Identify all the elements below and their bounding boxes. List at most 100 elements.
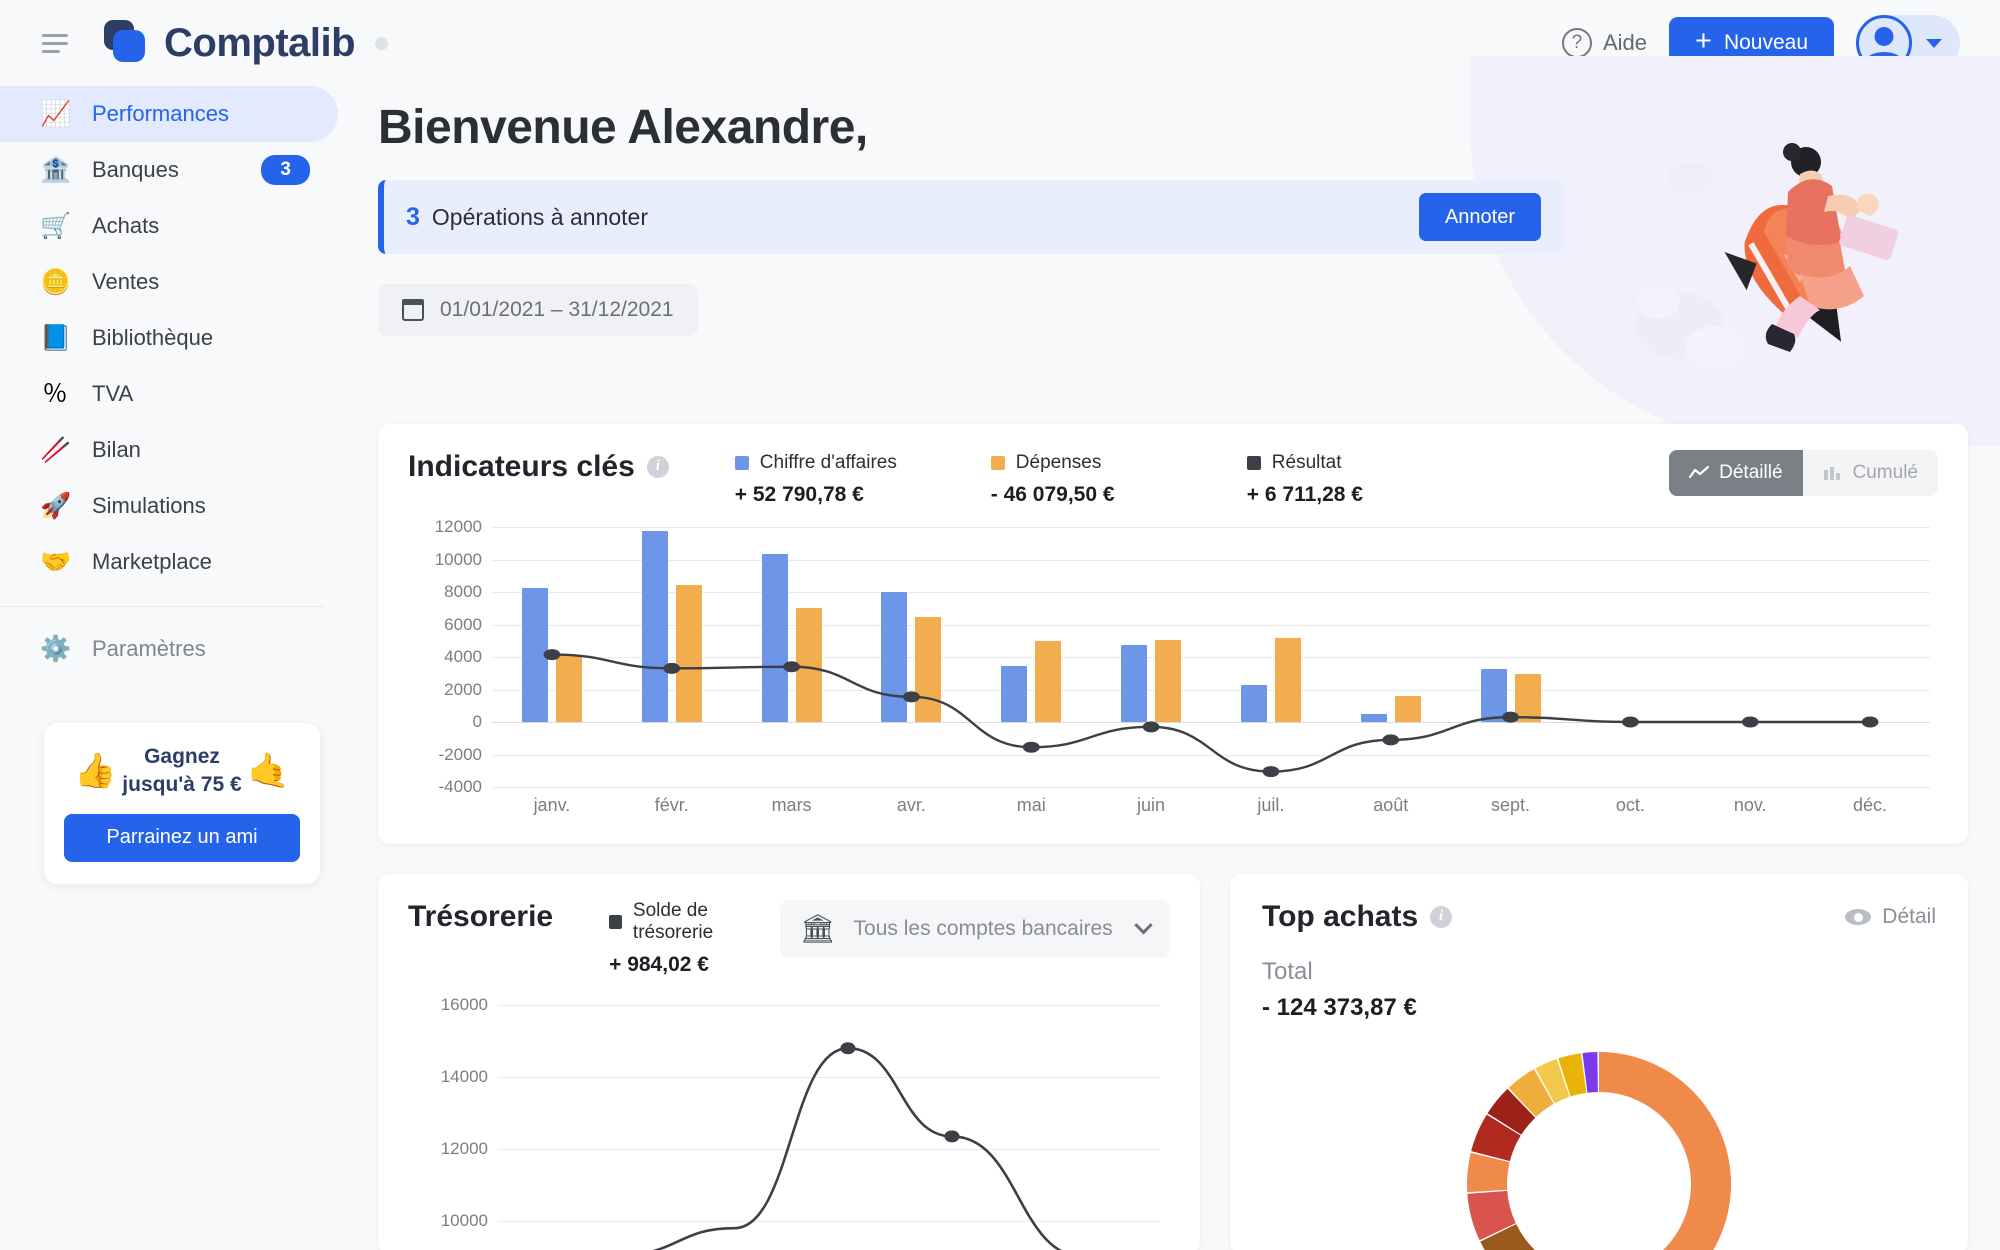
sidebar-item-label: TVA xyxy=(92,381,134,406)
chart-icon: 📈 xyxy=(40,99,72,128)
treasury-header: Trésorerie Solde de trésorerie + 984,02 … xyxy=(408,900,1170,977)
bank-building-icon: 🏛 xyxy=(800,913,836,944)
legend-top: Solde de trésorerie xyxy=(609,900,780,944)
legend-item-expenses: Dépenses - 46 079,50 € xyxy=(990,452,1191,507)
bank-account-value: Tous les comptes bancaires xyxy=(853,917,1113,940)
alert-text: Opérations à annoter xyxy=(431,203,648,230)
treasury-title: Trésorerie xyxy=(408,900,554,933)
book-icon: 📘 xyxy=(40,323,72,352)
legend-swatch-revenue xyxy=(734,456,749,470)
avatar-head xyxy=(1874,27,1894,46)
tab-cumulated-label: Cumulé xyxy=(1852,462,1918,483)
legend-item-revenue: Chiffre d'affaires + 52 790,78 € xyxy=(734,452,935,507)
x-tick: juil. xyxy=(1257,795,1285,815)
legend-top: Chiffre d'affaires xyxy=(734,452,935,474)
legend-swatch-expenses xyxy=(990,456,1005,470)
comptalib-logo-icon xyxy=(104,20,150,66)
hamburger-line xyxy=(42,41,68,45)
sidebar: 📈 Performances 🏦 Banques 3 🛒 Achats 🪙 Ve… xyxy=(0,86,348,1250)
brand-logo[interactable]: Comptalib xyxy=(104,20,389,66)
key-indicators-card: Indicateurs clés i Chiffre d'affaires + 5… xyxy=(378,424,1968,844)
sidebar-item-label: Bibliothèque xyxy=(92,325,214,350)
x-tick: nov. xyxy=(1733,795,1767,815)
tab-detailed-label: Détaillé xyxy=(1719,462,1783,483)
legend-swatch-balance xyxy=(609,915,622,929)
bank-icon: 🏦 xyxy=(40,155,72,184)
tab-cumulated[interactable]: Cumulé xyxy=(1803,450,1938,496)
hamburger-icon[interactable] xyxy=(42,31,76,55)
referral-text: Gagnez jusqu'à 75 € xyxy=(122,743,241,800)
line-chart-icon xyxy=(1689,466,1710,479)
y-tick: 16000 xyxy=(440,995,488,1014)
balance-icon: 🥢 xyxy=(40,435,72,464)
x-tick: août xyxy=(1373,795,1409,815)
sidebar-item-bibliotheque[interactable]: 📘 Bibliothèque xyxy=(0,310,338,366)
info-icon[interactable]: i xyxy=(1430,905,1453,928)
tab-detailed[interactable]: Détaillé xyxy=(1669,450,1803,496)
question-circle-icon: ? xyxy=(1561,28,1592,58)
x-tick: oct. xyxy=(1615,795,1645,815)
sidebar-item-marketplace[interactable]: 🤝 Marketplace xyxy=(0,534,338,590)
sidebar-item-parametres[interactable]: ⚙️ Paramètres xyxy=(0,621,338,677)
sidebar-item-tva[interactable]: ％ TVA xyxy=(0,366,338,422)
sidebar-item-label: Marketplace xyxy=(92,549,212,574)
legend-label: Solde de trésorerie xyxy=(632,900,714,943)
x-tick: mars xyxy=(771,795,812,815)
refer-friend-button[interactable]: Parrainez un ami xyxy=(64,813,300,862)
referral-line1: Gagnez xyxy=(144,745,220,768)
new-button-label: Nouveau xyxy=(1723,31,1808,54)
detail-button[interactable]: Détail xyxy=(1845,905,1936,929)
x-tick: déc. xyxy=(1853,795,1888,815)
y-tick: 14000 xyxy=(440,1067,488,1086)
sidebar-item-achats[interactable]: 🛒 Achats xyxy=(0,198,338,254)
bank-account-select[interactable]: 🏛 Tous les comptes bancaires xyxy=(780,900,1170,958)
sidebar-item-banques[interactable]: 🏦 Banques 3 xyxy=(0,142,338,198)
x-tick: janv. xyxy=(533,795,571,815)
annotate-button[interactable]: Annoter xyxy=(1418,193,1541,241)
main-content: Bienvenue Alexandre, 3 Opérations à anno… xyxy=(348,56,2000,1250)
help-button[interactable]: ? Aide xyxy=(1561,28,1647,58)
treasury-card: Trésorerie Solde de trésorerie + 984,02 … xyxy=(378,874,1200,1250)
y-axis-labels: 12000 10000 8000 6000 4000 2000 0 -2000 … xyxy=(408,517,482,796)
legend-item-result: Résultat + 6 711,28 € xyxy=(1246,452,1447,507)
key-indicators-chart: 12000 10000 8000 6000 4000 2000 0 -2000 … xyxy=(408,517,1938,827)
y-tick: -2000 xyxy=(438,744,482,764)
y-tick: 10000 xyxy=(434,549,482,569)
y-tick: 10000 xyxy=(440,1211,488,1230)
rocket-icon: 🚀 xyxy=(40,491,72,520)
y-tick: 0 xyxy=(472,712,482,731)
handshake-icon: 🤝 xyxy=(40,547,72,576)
plus-icon: + xyxy=(1695,25,1712,57)
sidebar-item-bilan[interactable]: 🥢 Bilan xyxy=(0,422,338,478)
logo-square-front xyxy=(113,30,145,62)
treasury-plot-area xyxy=(498,1005,1160,1245)
sidebar-item-performances[interactable]: 📈 Performances xyxy=(0,86,338,142)
detail-label: Détail xyxy=(1882,905,1936,928)
legend-label: Dépenses xyxy=(1015,452,1102,473)
date-range-picker[interactable]: 01/01/2021 – 31/12/2021 xyxy=(378,284,698,336)
sidebar-item-label: Bilan xyxy=(92,437,141,462)
legend-top: Résultat xyxy=(1246,452,1447,474)
legend-value: + 52 790,78 € xyxy=(734,483,864,506)
y-tick: 2000 xyxy=(444,679,482,699)
y-tick: 4000 xyxy=(444,647,482,666)
x-tick: févr. xyxy=(654,795,689,815)
x-tick: avr. xyxy=(896,795,926,815)
top-title-wrap: Top achats i xyxy=(1262,900,1453,934)
sidebar-item-label: Performances xyxy=(92,101,229,126)
treasury-chart: 16000 14000 12000 10000 xyxy=(408,995,1170,1245)
info-icon[interactable]: i xyxy=(646,455,669,478)
x-tick: mai xyxy=(1016,795,1046,815)
treasury-line-points xyxy=(840,1042,960,1143)
sidebar-item-simulations[interactable]: 🚀 Simulations xyxy=(0,478,338,534)
thumbs-up-icon: 👍 xyxy=(73,752,117,791)
sidebar-item-label: Ventes xyxy=(92,269,160,294)
brand-status-dot xyxy=(375,36,389,50)
referral-row: 👍 Gagnez jusqu'à 75 € 🤙 xyxy=(64,743,300,800)
legend-label: Chiffre d'affaires xyxy=(759,452,897,473)
sidebar-item-ventes[interactable]: 🪙 Ventes xyxy=(0,254,338,310)
total-label: Total xyxy=(1262,958,1313,985)
cart-icon: 🛒 xyxy=(40,211,72,240)
eye-icon xyxy=(1845,909,1872,925)
brand-name: Comptalib xyxy=(164,20,356,65)
